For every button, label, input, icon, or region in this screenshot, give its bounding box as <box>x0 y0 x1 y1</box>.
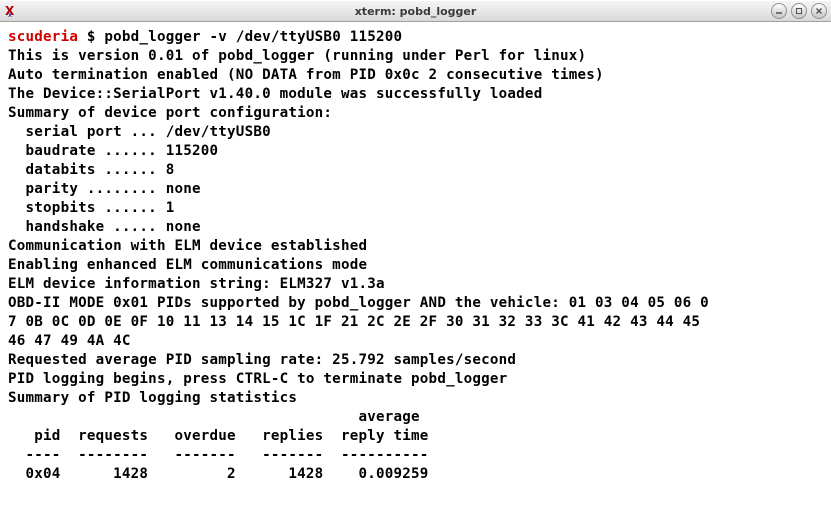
version-line: This is version 0.01 of pobd_logger (run… <box>8 48 586 64</box>
elm-comm-line: Communication with ELM device establishe… <box>8 238 367 254</box>
window-titlebar: X x xterm: pobd_logger <box>0 0 831 22</box>
command-text: pobd_logger -v /dev/ttyUSB0 115200 <box>104 29 402 45</box>
pids-line1: OBD-II MODE 0x01 PIDs supported by pobd_… <box>8 295 709 311</box>
svg-text:x: x <box>8 11 12 18</box>
config-databits: databits ...... 8 <box>8 162 174 178</box>
minimize-button[interactable] <box>771 3 787 19</box>
stats-header1: average <box>8 409 420 425</box>
pids-line3: 46 47 49 4A 4C <box>8 333 131 349</box>
elm-info-line: ELM device information string: ELM327 v1… <box>8 276 385 292</box>
sampling-rate-line: Requested average PID sampling rate: 25.… <box>8 352 516 368</box>
close-button[interactable] <box>811 3 827 19</box>
prompt-hostname: scuderia <box>8 29 78 45</box>
autoterm-line: Auto termination enabled (NO DATA from P… <box>8 67 604 83</box>
stats-row: 0x04 1428 2 1428 0.009259 <box>8 466 429 482</box>
serialport-module-line: The Device::SerialPort v1.40.0 module wa… <box>8 86 542 102</box>
window-title: xterm: pobd_logger <box>355 5 477 18</box>
window-controls <box>771 3 827 19</box>
stats-divider: ---- -------- ------- ------- ---------- <box>8 447 429 463</box>
config-serialport: serial port ... /dev/ttyUSB0 <box>8 124 271 140</box>
config-stopbits: stopbits ...... 1 <box>8 200 174 216</box>
terminal-output[interactable]: scuderia $ pobd_logger -v /dev/ttyUSB0 1… <box>0 22 831 517</box>
config-handshake: handshake ..... none <box>8 219 201 235</box>
app-icon: X x <box>4 3 20 19</box>
prompt-symbol: $ <box>87 29 96 45</box>
maximize-button[interactable] <box>791 3 807 19</box>
pids-line2: 7 0B 0C 0D 0E 0F 10 11 13 14 15 1C 1F 21… <box>8 314 700 330</box>
config-summary-header: Summary of device port configuration: <box>8 105 332 121</box>
stats-header2: pid requests overdue replies reply time <box>8 428 429 444</box>
logging-begins-line: PID logging begins, press CTRL-C to term… <box>8 371 507 387</box>
config-parity: parity ........ none <box>8 181 201 197</box>
stats-summary-header: Summary of PID logging statistics <box>8 390 297 406</box>
elm-enhanced-line: Enabling enhanced ELM communications mod… <box>8 257 367 273</box>
config-baudrate: baudrate ...... 115200 <box>8 143 218 159</box>
